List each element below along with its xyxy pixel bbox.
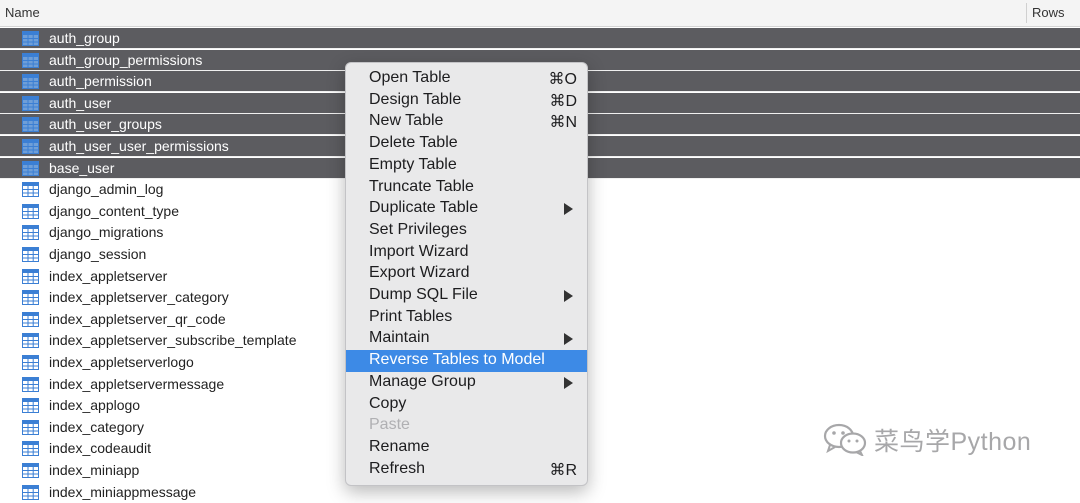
menu-item-label: Design Table <box>369 90 462 108</box>
table-icon <box>22 463 39 478</box>
table-name: django_content_type <box>49 202 179 219</box>
menu-item-delete-table[interactable]: Delete Table <box>346 133 587 155</box>
menu-item-import-wizard[interactable]: Import Wizard <box>346 242 587 264</box>
menu-item-label: Print Tables <box>369 307 453 325</box>
table-name: index_miniappmessage <box>49 483 197 500</box>
menu-item-label: Dump SQL File <box>369 286 478 303</box>
menu-item-shortcut: ⌘D <box>549 92 577 110</box>
menu-item-label: Refresh <box>369 459 426 477</box>
table-name: auth_permission <box>49 73 152 90</box>
menu-item-label: Reverse Tables to Model <box>369 351 545 369</box>
table-name: django_session <box>49 246 147 262</box>
menu-item-label: Duplicate Table <box>369 199 479 217</box>
menu-item-label: Manage Group <box>369 372 476 390</box>
table-row[interactable]: auth_group <box>0 28 1080 49</box>
menu-item-label: Open Table <box>369 69 451 86</box>
menu-item-label: Rename <box>369 437 430 455</box>
table-name: base_user <box>49 159 115 176</box>
menu-item-label: Paste <box>369 416 410 434</box>
menu-item-label: Delete Table <box>369 134 458 152</box>
menu-item-paste: Paste <box>346 415 587 437</box>
table-icon <box>22 247 39 262</box>
table-icon <box>22 182 39 198</box>
table-icon <box>22 52 39 68</box>
table-icon <box>22 139 39 154</box>
name-column-header[interactable]: Name <box>5 5 40 20</box>
watermark: 菜鸟学Python <box>822 418 1052 458</box>
menu-item-export-wizard[interactable]: Export Wizard <box>346 263 587 285</box>
table-name: index_applogo <box>49 397 141 414</box>
table-list-header: Name Rows <box>0 0 1080 27</box>
menu-item-design-table[interactable]: Design Table ⌘D <box>346 90 587 112</box>
menu-item-label: Maintain <box>369 329 430 347</box>
menu-item-label: Export Wizard <box>369 264 470 282</box>
table-name: auth_user_user_permissions <box>49 138 229 154</box>
table-name: django_migrations <box>49 224 164 241</box>
menu-item-refresh[interactable]: Refresh ⌘R <box>346 459 587 481</box>
menu-item-shortcut: ⌘O <box>548 71 577 88</box>
menu-item-label: Empty Table <box>369 155 457 173</box>
menu-item-dump-sql-file[interactable]: Dump SQL File <box>346 285 587 307</box>
menu-item-reverse-tables-to-model[interactable]: Reverse Tables to Model <box>346 350 587 372</box>
table-name: index_appletservermessage <box>49 375 225 392</box>
menu-item-copy[interactable]: Copy <box>346 394 587 416</box>
wechat-icon <box>823 423 867 456</box>
table-name: index_appletserver_category <box>49 289 229 306</box>
table-name: index_category <box>49 418 144 435</box>
table-name: index_appletserver <box>49 267 168 284</box>
table-icon <box>22 355 39 370</box>
table-name: index_codeaudit <box>49 440 151 457</box>
submenu-arrow-icon <box>564 333 573 346</box>
table-icon <box>22 203 39 219</box>
table-icon <box>22 160 39 176</box>
menu-item-open-table[interactable]: Open Table ⌘O <box>346 68 587 90</box>
table-icon <box>22 225 39 241</box>
table-name: index_appletserver_qr_code <box>49 310 226 327</box>
submenu-arrow-icon <box>564 290 573 302</box>
table-icon <box>22 117 39 133</box>
table-icon <box>22 441 39 457</box>
table-name: index_appletserverlogo <box>49 354 194 370</box>
table-name: auth_user_groups <box>49 116 162 133</box>
table-icon <box>22 31 39 46</box>
menu-item-label: Set Privileges <box>369 220 467 238</box>
table-icon <box>22 268 39 284</box>
context-menu: Open Table ⌘O Design Table ⌘D New Table ⌘N Del… <box>345 62 588 486</box>
table-icon <box>22 311 39 327</box>
menu-item-manage-group[interactable]: Manage Group <box>346 372 587 394</box>
table-name: auth_user <box>49 94 112 111</box>
menu-item-empty-table[interactable]: Empty Table <box>346 155 587 177</box>
table-name: index_miniapp <box>49 462 140 478</box>
menu-item-truncate-table[interactable]: Truncate Table <box>346 177 587 199</box>
menu-item-print-tables[interactable]: Print Tables <box>346 307 587 329</box>
menu-item-label: Copy <box>369 394 407 412</box>
table-icon <box>22 484 39 500</box>
table-name: django_admin_log <box>49 181 164 198</box>
table-icon <box>22 333 39 349</box>
menu-item-new-table[interactable]: New Table ⌘N <box>346 111 587 133</box>
table-icon <box>22 290 39 306</box>
menu-item-duplicate-table[interactable]: Duplicate Table <box>346 198 587 220</box>
menu-item-label: Truncate Table <box>369 177 474 195</box>
submenu-arrow-icon <box>564 376 573 389</box>
submenu-arrow-icon <box>564 203 573 216</box>
table-name: index_appletserver_subscribe_template <box>49 332 297 349</box>
table-icon <box>22 74 39 90</box>
menu-item-label: New Table <box>369 112 444 130</box>
table-name: auth_group_permissions <box>49 51 203 68</box>
menu-item-shortcut: ⌘R <box>549 461 577 479</box>
table-name: auth_group <box>49 30 120 46</box>
table-icon <box>22 419 39 435</box>
menu-item-rename[interactable]: Rename <box>346 437 587 459</box>
table-icon <box>22 95 39 111</box>
menu-item-maintain[interactable]: Maintain <box>346 328 587 350</box>
table-icon <box>22 398 39 414</box>
table-icon <box>22 376 39 392</box>
menu-item-shortcut: ⌘N <box>549 114 577 132</box>
column-divider[interactable] <box>1026 3 1027 23</box>
rows-column-header[interactable]: Rows <box>1032 5 1065 20</box>
menu-item-set-privileges[interactable]: Set Privileges <box>346 220 587 242</box>
menu-item-label: Import Wizard <box>369 242 469 260</box>
watermark-text: 菜鸟学Python <box>874 428 1032 456</box>
